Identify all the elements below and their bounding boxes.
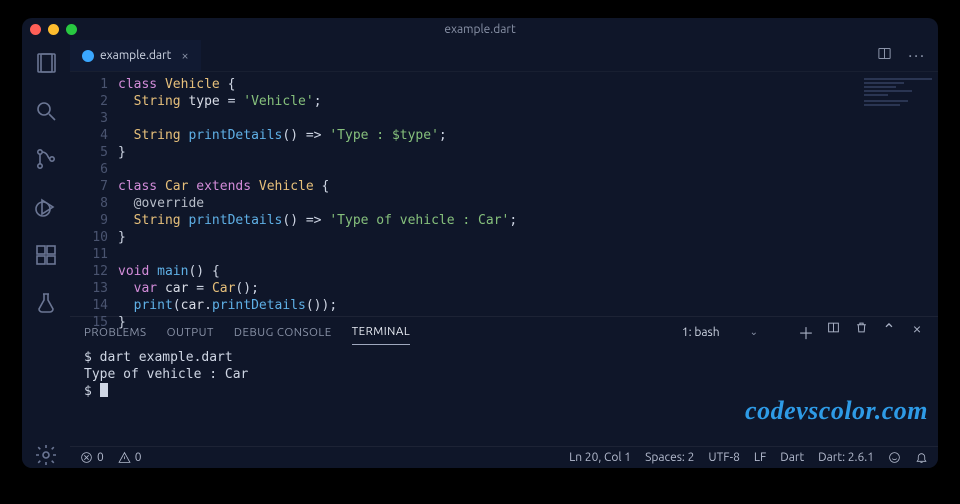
titlebar: example.dart (22, 18, 938, 40)
status-eol[interactable]: LF (754, 451, 766, 464)
status-sdk[interactable]: Dart: 2.6.1 (818, 451, 874, 464)
terminal-cursor (100, 383, 108, 397)
search-icon[interactable] (33, 98, 59, 124)
code-editor[interactable]: 123456789101112131415 class Vehicle { St… (70, 72, 938, 316)
line-number-gutter: 123456789101112131415 (70, 72, 118, 316)
split-editor-icon[interactable] (877, 46, 892, 65)
terminal-line: Type of vehicle : Car (84, 366, 924, 383)
settings-gear-icon[interactable] (33, 442, 59, 468)
maximize-panel-icon[interactable]: ⌃ (882, 320, 896, 344)
more-actions-icon[interactable]: ··· (908, 47, 926, 65)
status-indentation[interactable]: Spaces: 2 (645, 451, 694, 464)
terminal-output[interactable]: $ dart example.dart Type of vehicle : Ca… (70, 347, 938, 446)
close-panel-icon[interactable]: × (910, 320, 924, 344)
extensions-icon[interactable] (33, 242, 59, 268)
explorer-icon[interactable] (33, 50, 59, 76)
window-title: example.dart (22, 23, 938, 36)
source-control-icon[interactable] (33, 146, 59, 172)
status-feedback-icon[interactable] (888, 451, 901, 464)
activity-bar (22, 40, 70, 468)
dart-file-icon (82, 50, 94, 62)
tab-example-dart[interactable]: example.dart × (70, 40, 201, 71)
bottom-panel: PROBLEMS OUTPUT DEBUG CONSOLE TERMINAL 1… (70, 316, 938, 446)
status-warnings[interactable]: 0 (118, 451, 142, 464)
code-content[interactable]: class Vehicle { String type = 'Vehicle';… (118, 72, 858, 316)
status-bell-icon[interactable] (915, 451, 928, 464)
status-bar: 0 0 Ln 20, Col 1 Spaces: 2 UTF-8 LF Dart… (70, 446, 938, 468)
testing-icon[interactable] (33, 290, 59, 316)
tab-close-icon[interactable]: × (181, 49, 188, 63)
status-errors[interactable]: 0 (80, 451, 104, 464)
status-cursor-position[interactable]: Ln 20, Col 1 (569, 451, 631, 464)
minimap[interactable] (858, 72, 938, 316)
watermark: codevscolor.com (745, 398, 928, 424)
status-language[interactable]: Dart (780, 451, 804, 464)
terminal-line: $ dart example.dart (84, 349, 924, 366)
tab-bar: example.dart × ··· (70, 40, 938, 72)
debug-icon[interactable] (33, 194, 59, 220)
vscode-window: example.dart example.dart × (22, 18, 938, 468)
tab-label: example.dart (100, 49, 171, 62)
status-encoding[interactable]: UTF-8 (708, 451, 739, 464)
